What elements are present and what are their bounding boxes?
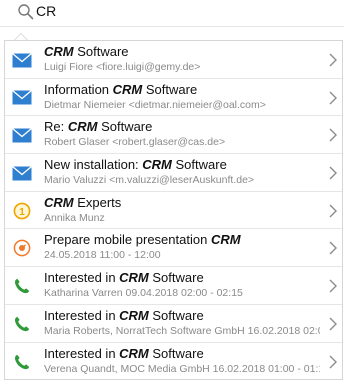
task-icon (11, 238, 33, 258)
result-title-highlight: CRM (67, 119, 98, 135)
result-title: Prepare mobile presentation CRM (44, 232, 320, 248)
result-row[interactable]: CRM Software Luigi Fiore <fiore.luigi@ge… (5, 41, 342, 79)
result-title-highlight: CRM (119, 307, 149, 323)
result-title-prefix: New installation: (44, 157, 143, 173)
result-row[interactable]: 1 CRM Experts Annika Munz (5, 192, 342, 230)
mail-icon (11, 88, 33, 108)
result-title: CRM Experts (44, 195, 320, 211)
phone-icon (11, 314, 33, 334)
result-title-highlight: CRM (210, 232, 241, 248)
chevron-right-icon (329, 355, 337, 368)
search-bar[interactable]: CR (0, 0, 344, 27)
result-subtitle: Luigi Fiore <fiore.luigi@gemy.de> (44, 61, 201, 73)
result-row[interactable]: Prepare mobile presentation CRM 24.05.20… (5, 229, 342, 268)
search-icon (18, 4, 34, 20)
result-row[interactable]: Re: CRM Software Robert Glaser <robert.g… (5, 116, 342, 155)
result-row[interactable]: Interested in CRM Software Katharina Var… (5, 267, 342, 305)
search-input[interactable]: CR (36, 3, 56, 19)
chevron-right-icon (329, 128, 337, 142)
result-title-prefix: Interested in (44, 345, 120, 361)
result-title-highlight: CRM (112, 81, 143, 97)
result-title-suffix: Software (148, 345, 204, 361)
result-title: New installation: CRM Software (44, 157, 320, 173)
result-title: Interested in CRM Software (44, 308, 320, 324)
result-title-prefix: Re: (44, 119, 68, 135)
result-title-suffix: Software (171, 157, 227, 173)
result-title-highlight: CRM (142, 157, 172, 173)
result-title-prefix: Interested in (44, 307, 120, 323)
result-title-prefix: Prepare mobile presentation (44, 232, 211, 248)
result-subtitle: Verena Quandt, MOC Media GmbH 16.02.2018… (44, 362, 320, 375)
result-row[interactable]: Interested in CRM Software Maria Roberts… (5, 305, 342, 343)
result-title-highlight: CRM (119, 345, 149, 361)
result-subtitle: Maria Roberts, NorratTech Software GmbH … (44, 324, 320, 337)
result-subtitle: Katharina Varren 09.04.2018 02:00 - 02:1… (44, 287, 243, 300)
chevron-right-icon (329, 204, 337, 218)
result-title-highlight: CRM (44, 44, 74, 59)
result-title-prefix: Information (44, 81, 113, 97)
chevron-right-icon (329, 279, 337, 293)
result-subtitle: Robert Glaser <robert.glaser@cas.de> (44, 136, 226, 149)
result-subtitle: 24.05.2018 11:00 - 12:00 (44, 249, 161, 262)
result-title-suffix: Software (97, 119, 153, 135)
chevron-right-icon (329, 317, 337, 331)
result-title-suffix: Software (73, 44, 129, 59)
phone-icon (11, 352, 33, 372)
chevron-right-icon (329, 241, 337, 255)
result-title-suffix: Software (142, 81, 198, 97)
svg-text:1: 1 (19, 207, 25, 218)
search-results-list: CRM Software Luigi Fiore <fiore.luigi@ge… (4, 40, 343, 380)
result-title-highlight: CRM (119, 270, 149, 286)
chevron-right-icon (329, 53, 337, 67)
result-row[interactable]: New installation: CRM Software Mario Val… (5, 154, 342, 192)
chevron-right-icon (329, 166, 337, 180)
chevron-right-icon (329, 91, 337, 105)
result-row[interactable]: Interested in CRM Software Verena Quandt… (5, 343, 342, 380)
result-title-prefix: Interested in (44, 270, 120, 286)
result-subtitle: Mario Valuzzi <m.valuzzi@leserAuskunft.d… (44, 174, 255, 187)
result-title-suffix: Experts (73, 194, 122, 210)
result-title: Interested in CRM Software (44, 270, 320, 286)
result-title: Re: CRM Software (44, 119, 320, 135)
result-title: CRM Software (44, 44, 320, 60)
result-row[interactable]: Information CRM Software Dietmar Niemeie… (5, 79, 342, 117)
result-title-suffix: Software (148, 270, 204, 286)
mail-icon (11, 163, 33, 183)
result-title: Information CRM Software (44, 82, 320, 98)
phone-icon (11, 276, 33, 296)
mail-icon (11, 125, 33, 145)
result-title: Interested in CRM Software (44, 346, 320, 362)
result-title-suffix: Software (148, 307, 204, 323)
opportunity-icon: 1 (11, 201, 33, 221)
result-subtitle: Annika Munz (44, 211, 105, 224)
result-subtitle: Dietmar Niemeier <dietmar.niemeier@oal.c… (44, 98, 266, 111)
result-title-highlight: CRM (44, 194, 74, 210)
mail-icon (11, 50, 33, 70)
